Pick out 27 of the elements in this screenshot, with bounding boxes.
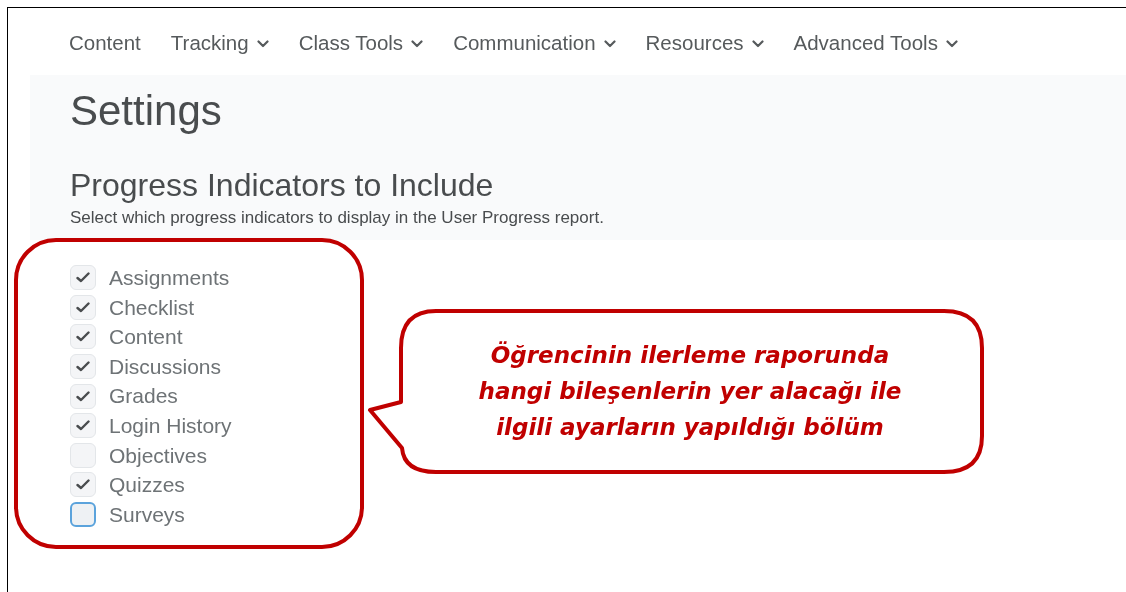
page-title: Settings — [70, 89, 222, 133]
option-label: Surveys — [109, 501, 185, 528]
option-label: Objectives — [109, 442, 208, 469]
checkmark-icon — [76, 272, 90, 284]
option-label: Assignments — [109, 265, 230, 292]
section-description: Select which progress indicators to display in the User Progress report. — [70, 207, 604, 229]
option-label: Grades — [109, 383, 178, 410]
option-label: Checklist — [109, 294, 195, 321]
nav-menu[interactable]: Resources — [645, 28, 764, 59]
nav-menu[interactable]: Advanced Tools — [793, 28, 958, 59]
checkmark-icon — [76, 479, 90, 491]
checkbox[interactable] — [70, 502, 96, 528]
checkmark-icon — [76, 420, 90, 432]
section-heading: Progress Indicators to Include — [70, 169, 494, 201]
checkmark-icon — [76, 301, 90, 313]
checkmark-icon — [76, 390, 90, 402]
option-label: Login History — [109, 413, 232, 439]
option-label: Quizzes — [109, 472, 185, 499]
nav-menu[interactable]: Class Tools — [298, 28, 424, 59]
option-label: Discussions — [109, 353, 222, 380]
callout-text: Öğrencinin ilerleme raporunda hangi bileşenlerin yer alacağı ile ilgili ayarların yapıldığı bölüm — [477, 340, 903, 442]
nav-link[interactable]: Content — [69, 28, 141, 59]
option-label: Content — [109, 324, 183, 351]
nav-menu[interactable]: Tracking — [170, 28, 269, 59]
checkmark-icon — [76, 361, 90, 373]
nav-menu[interactable]: Communication — [453, 28, 616, 59]
checkmark-icon — [76, 331, 90, 343]
